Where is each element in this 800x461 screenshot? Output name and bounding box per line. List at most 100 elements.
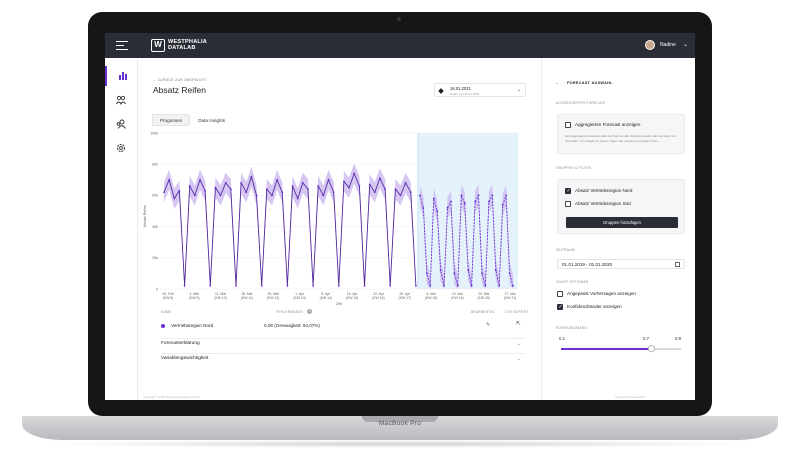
- historical-point: [188, 185, 191, 187]
- historical-point: [384, 188, 386, 191]
- forecast-point: [470, 284, 473, 287]
- tab-data-insights[interactable]: Data Insights: [190, 114, 234, 126]
- forecast-point: [487, 200, 490, 203]
- x-tick-sublabel: (KW 21): [504, 296, 516, 300]
- export-icon[interactable]: ⇱: [516, 321, 521, 327]
- x-tick-sublabel: (KW 13): [293, 296, 305, 300]
- camera: [397, 17, 401, 21]
- forecast-point: [481, 272, 483, 275]
- historical-point: [373, 191, 376, 194]
- divider: [161, 338, 525, 339]
- historical-point: [348, 186, 350, 189]
- users-icon: [116, 95, 126, 105]
- accordion-label: Forecasterklärung: [161, 341, 200, 346]
- slider-value: 0.7: [643, 336, 650, 341]
- historical-point: [229, 188, 232, 191]
- date-marker-icon: [438, 88, 444, 94]
- nav-item-users[interactable]: [105, 90, 138, 110]
- menu-icon[interactable]: [116, 41, 128, 50]
- historical-point: [394, 188, 397, 191]
- add-groups-button[interactable]: Gruppen hinzufügen: [566, 217, 678, 228]
- people-icon: [116, 119, 126, 129]
- collapse-panel-icon[interactable]: ←: [555, 80, 560, 86]
- section-label-chart-options: CHART OPTIONEN: [556, 280, 589, 284]
- page-title: Absatz Reifen: [153, 85, 206, 95]
- adjusted-checkbox[interactable]: [557, 291, 563, 297]
- historical-point: [399, 194, 402, 197]
- main-content: ← ZURÜCK ZUR ÜBERSICHT Absatz Reifen 16.…: [138, 58, 541, 400]
- x-tick-sublabel: (KW 9): [189, 296, 200, 300]
- period-field[interactable]: 01.01.2019 - 01.01.2020: [557, 259, 685, 269]
- historical-point: [224, 182, 227, 184]
- date-selector[interactable]: 16.01.2021 Daten von 16.01.2021 ⌄: [434, 83, 526, 97]
- historical-point: [379, 177, 381, 180]
- historical-point: [286, 284, 289, 287]
- x-axis-label: Zeit: [336, 302, 342, 306]
- historical-point: [307, 188, 309, 191]
- historical-point: [337, 284, 340, 287]
- forecast-point: [425, 272, 428, 275]
- historical-point: [317, 185, 320, 187]
- x-tick-sublabel: (KW 16): [372, 296, 384, 300]
- nav-item-people[interactable]: [105, 114, 138, 134]
- edit-icon[interactable]: ✎: [486, 322, 490, 328]
- section-label-confidence: KONFIDENZBAND: [556, 326, 588, 330]
- confidence-checkbox[interactable]: [557, 304, 563, 310]
- forecast-chart: 020k40k60k80k100kAbsatz Reifen25. Feb(KW…: [143, 131, 518, 306]
- y-tick-label: 60k: [152, 194, 158, 198]
- nav-item-settings[interactable]: [105, 138, 138, 158]
- historical-point: [353, 172, 356, 175]
- series-color-dot: [161, 324, 165, 328]
- aggregated-card: Aggregierten Forecast anzeigen Der Aggre…: [557, 114, 685, 154]
- historical-point: [363, 284, 366, 287]
- historical-point: [260, 284, 263, 287]
- accordion-label: Variablengewichtigkeit: [161, 356, 209, 361]
- logo-icon: W: [151, 39, 165, 52]
- aggregated-label: Aggregierten Forecast anzeigen: [575, 122, 641, 127]
- group-north-checkbox[interactable]: [565, 188, 571, 194]
- chevron-down-icon: ⌄: [517, 87, 522, 93]
- top-bar: W WESTPHALIA DATALAB Nadine ⌄: [105, 33, 695, 58]
- forecast-point: [467, 269, 470, 272]
- chevron-down-icon[interactable]: ⌄: [683, 41, 688, 48]
- group-south-label: Absatz Vertriebsregion Süd: [575, 201, 631, 206]
- settings-icon: [117, 144, 125, 152]
- historical-point: [199, 178, 201, 181]
- laptop-lid: W WESTPHALIA DATALAB Nadine ⌄ ← ZURÜCK Z…: [88, 12, 712, 416]
- confidence-slider-handle[interactable]: [647, 345, 655, 352]
- back-link[interactable]: ← ZURÜCK ZUR ÜBERSICHT: [153, 78, 207, 82]
- group-south-checkbox[interactable]: [565, 201, 571, 207]
- forecast-point: [494, 269, 497, 272]
- table-row[interactable]: Vertriebsregion Nord 0,06 (Genauigkeit: …: [161, 321, 531, 331]
- calendar-icon[interactable]: [675, 262, 680, 267]
- forecast-point: [512, 284, 514, 287]
- forecast-point: [463, 202, 466, 205]
- x-tick-sublabel: (KW 11): [241, 296, 253, 300]
- historical-point: [214, 186, 217, 189]
- historical-point: [193, 194, 196, 197]
- series-error: 0,06 (Genauigkeit: 94,07%): [264, 323, 320, 328]
- forecast-point: [446, 206, 449, 209]
- username[interactable]: Nadine: [660, 42, 676, 48]
- nav-item-chart[interactable]: [105, 66, 138, 86]
- slider-max: 0.9: [675, 336, 682, 341]
- historical-point: [250, 175, 253, 178]
- historical-point: [178, 189, 181, 192]
- footer-links[interactable]: Impressum Datenschutz: [615, 395, 645, 399]
- accordion-forecasterklaerung[interactable]: Forecasterklärung ⌄: [161, 341, 525, 351]
- footer-copyright: Copyright © 2020 Westphalia DataLab GmbH: [143, 395, 200, 399]
- slider-min: 0.1: [559, 336, 566, 341]
- info-icon[interactable]: i: [307, 309, 312, 314]
- aggregated-checkbox[interactable]: [565, 122, 571, 128]
- forecast-point: [450, 200, 452, 203]
- adjusted-label: Angepasst Vorhersagen anzeigen: [567, 291, 636, 296]
- forecast-point: [477, 194, 480, 197]
- historical-point: [209, 284, 212, 287]
- historical-point: [404, 182, 407, 184]
- accordion-variablengewichtigkeit[interactable]: Variablengewichtigkeit ⌄: [161, 356, 525, 366]
- avatar[interactable]: [645, 40, 655, 50]
- historical-point: [204, 189, 207, 192]
- x-tick-sublabel: (KW 15): [346, 296, 358, 300]
- historical-point: [265, 188, 268, 191]
- tab-prognosen[interactable]: Prognosen: [152, 114, 191, 126]
